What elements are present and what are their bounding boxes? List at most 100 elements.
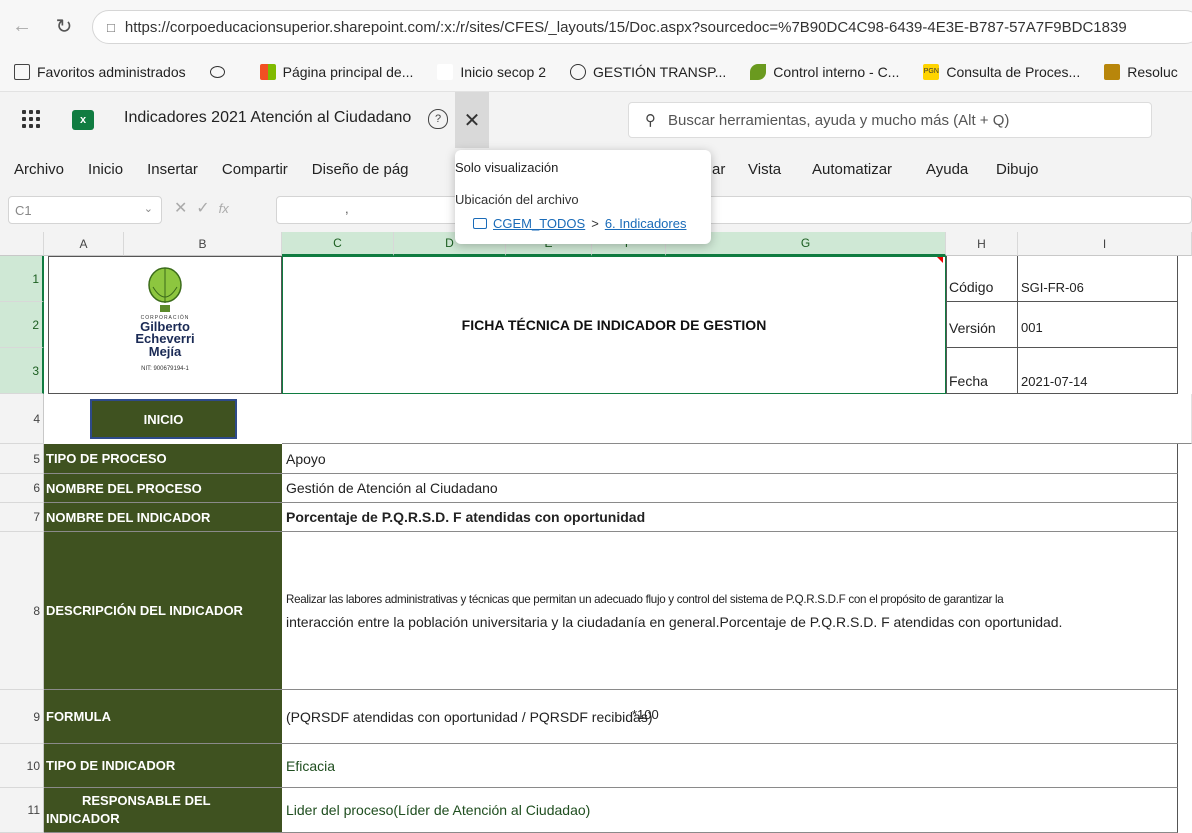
label-tipo-proceso[interactable]: TIPO DE PROCESO [44, 444, 282, 474]
tab-automatizar[interactable]: Automatizar [812, 161, 892, 178]
cell-row4-right[interactable] [282, 394, 1192, 444]
row-header-4[interactable]: 4 [0, 394, 44, 444]
label-responsable[interactable]: RESPONSABLE DEL INDICADOR [44, 788, 282, 833]
label-nombre-proceso[interactable]: NOMBRE DEL PROCESO [44, 474, 282, 503]
blank-page-icon [437, 63, 454, 80]
column-header-b[interactable]: B [124, 232, 282, 256]
value-nombre-indicador[interactable]: Porcentaje de P.Q.R.S.D. F atendidas con… [282, 503, 1178, 532]
folder-icon [473, 218, 487, 229]
pgn-icon: PGN [923, 63, 940, 80]
column-header-c[interactable]: C [282, 232, 394, 256]
tab-ayuda[interactable]: Ayuda [926, 161, 968, 178]
view-only-popover: Solo visualización Ubicación del archivo… [455, 150, 711, 244]
descripcion-line-1: Realizar las labores administrativas y t… [286, 592, 1004, 606]
tab-diseno[interactable]: Diseño de pág [312, 161, 409, 178]
label-nombre-indicador[interactable]: NOMBRE DEL INDICADOR [44, 503, 282, 532]
meta-codigo-label[interactable]: Código [946, 256, 1018, 302]
row-header-9[interactable]: 9 [0, 690, 44, 744]
check-icon[interactable]: ✓ [196, 200, 209, 217]
column-header-a[interactable]: A [44, 232, 124, 256]
inicio-button[interactable]: INICIO [90, 399, 237, 439]
tab-insertar[interactable]: Insertar [147, 161, 198, 178]
meta-fecha-value[interactable]: 2021-07-14 [1018, 348, 1178, 394]
address-bar[interactable]: □ https://corpoeducacionsuperior.sharepo… [92, 10, 1192, 44]
tab-dibujo[interactable]: Dibujo [996, 161, 1039, 178]
leaf-icon [750, 63, 767, 80]
formula-input[interactable]: , [276, 196, 1192, 224]
formula-actions: ✕ ✓ fx [174, 198, 229, 218]
bookmark-chat[interactable] [209, 65, 232, 78]
column-header-i[interactable]: I [1018, 232, 1192, 256]
bookmarks-bar: Favoritos administrados Página principal… [0, 52, 1192, 92]
formula-overlay: *100 [632, 707, 659, 722]
bookmark-gestion[interactable]: GESTIÓN TRANSP... [570, 63, 726, 80]
select-all-corner[interactable] [0, 232, 44, 256]
meta-version-value[interactable]: 001 [1018, 302, 1178, 348]
column-header-h[interactable]: H [946, 232, 1018, 256]
tab-inicio[interactable]: Inicio [88, 161, 123, 178]
value-responsable[interactable]: Lider del proceso(Líder de Atención al C… [282, 788, 1178, 833]
search-icon: ⚲ [645, 112, 656, 129]
tab-compartir[interactable]: Compartir [222, 161, 288, 178]
search-input[interactable]: ⚲ Buscar herramientas, ayuda y mucho más… [628, 102, 1152, 138]
value-nombre-proceso[interactable]: Gestión de Atención al Ciudadano [282, 474, 1178, 503]
row-header-2[interactable]: 2 [0, 302, 44, 348]
logo-nit: NIT: 900679194-1 [141, 366, 189, 372]
value-formula[interactable]: (PQRSDF atendidas con oportunidad / PQRS… [282, 690, 1178, 744]
editing-disabled-icon[interactable]: ✕ [455, 92, 489, 148]
tab-revisar[interactable]: ar [712, 161, 725, 178]
logo-mejia: Mejía [148, 344, 182, 359]
balloon-logo-icon [148, 267, 182, 312]
chat-icon [209, 65, 225, 78]
value-tipo-indicador[interactable]: Eficacia [282, 744, 1178, 788]
row-header-10[interactable]: 10 [0, 744, 44, 788]
browser-address-row: ← ↻ □ https://corpoeducacionsuperior.sha… [0, 0, 1192, 52]
crest-icon [1104, 63, 1121, 80]
back-arrow-icon[interactable]: ← [8, 12, 36, 40]
popover-title: Solo visualización [455, 160, 559, 175]
site-info-icon[interactable]: □ [107, 20, 115, 35]
bookmark-resoluc[interactable]: Resoluc [1104, 63, 1178, 80]
path-folder-link[interactable]: 6. Indicadores [605, 216, 687, 231]
row-header-8[interactable]: 8 [0, 532, 44, 690]
bookmark-pagina-principal[interactable]: Página principal de... [259, 63, 413, 80]
bookmark-favoritos[interactable]: Favoritos administrados [14, 63, 186, 80]
meta-codigo-value[interactable]: SGI-FR-06 [1018, 256, 1178, 302]
function-icon[interactable]: fx [219, 201, 229, 216]
row-header-5[interactable]: 5 [0, 444, 44, 474]
row-header-6[interactable]: 6 [0, 474, 44, 503]
row-header-3[interactable]: 3 [0, 348, 44, 394]
excel-title-bar: x Indicadores 2021 Atención al Ciudadano… [0, 92, 1192, 148]
cancel-icon[interactable]: ✕ [174, 200, 187, 217]
row-header-1[interactable]: 1 [0, 256, 44, 302]
reload-icon[interactable]: ↻ [50, 12, 78, 40]
popover-location-label: Ubicación del archivo [455, 192, 579, 207]
value-descripcion[interactable]: Realizar las labores administrativas y t… [282, 532, 1178, 690]
bookmark-control-interno[interactable]: Control interno - C... [750, 63, 899, 80]
name-box[interactable]: C1 ⌄ [8, 196, 162, 224]
path-root-link[interactable]: CGEM_TODOS [493, 216, 585, 231]
meta-version-label[interactable]: Versión [946, 302, 1018, 348]
tab-vista[interactable]: Vista [748, 161, 781, 178]
value-tipo-proceso[interactable]: Apoyo [282, 444, 1178, 474]
row-header-11[interactable]: 11 [0, 788, 44, 833]
folder-icon [14, 63, 30, 80]
ficha-title-cell[interactable]: FICHA TÉCNICA DE INDICADOR DE GESTION [282, 256, 946, 394]
microsoft-icon [259, 63, 276, 80]
app-launcher-icon[interactable] [22, 110, 40, 128]
document-title[interactable]: Indicadores 2021 Atención al Ciudadano [124, 109, 411, 127]
sensitivity-icon[interactable]: ? [428, 109, 448, 129]
tab-archivo[interactable]: Archivo [14, 161, 64, 178]
label-formula[interactable]: FORMULA [44, 690, 282, 744]
excel-logo-icon[interactable]: x [72, 110, 94, 130]
meta-fecha-label[interactable]: Fecha [946, 348, 1018, 394]
label-tipo-indicador[interactable]: TIPO DE INDICADOR [44, 744, 282, 788]
path-separator: > [591, 216, 599, 231]
bookmark-secop[interactable]: Inicio secop 2 [437, 63, 546, 80]
chevron-down-icon[interactable]: ⌄ [144, 202, 153, 215]
label-descripcion[interactable]: DESCRIPCIÓN DEL INDICADOR [44, 532, 282, 690]
formula-text: (PQRSDF atendidas con oportunidad / PQRS… [286, 708, 653, 725]
descripcion-line-2: interacción entre la población universit… [286, 613, 1063, 630]
bookmark-consulta[interactable]: PGN Consulta de Proces... [923, 63, 1080, 80]
row-header-7[interactable]: 7 [0, 503, 44, 532]
